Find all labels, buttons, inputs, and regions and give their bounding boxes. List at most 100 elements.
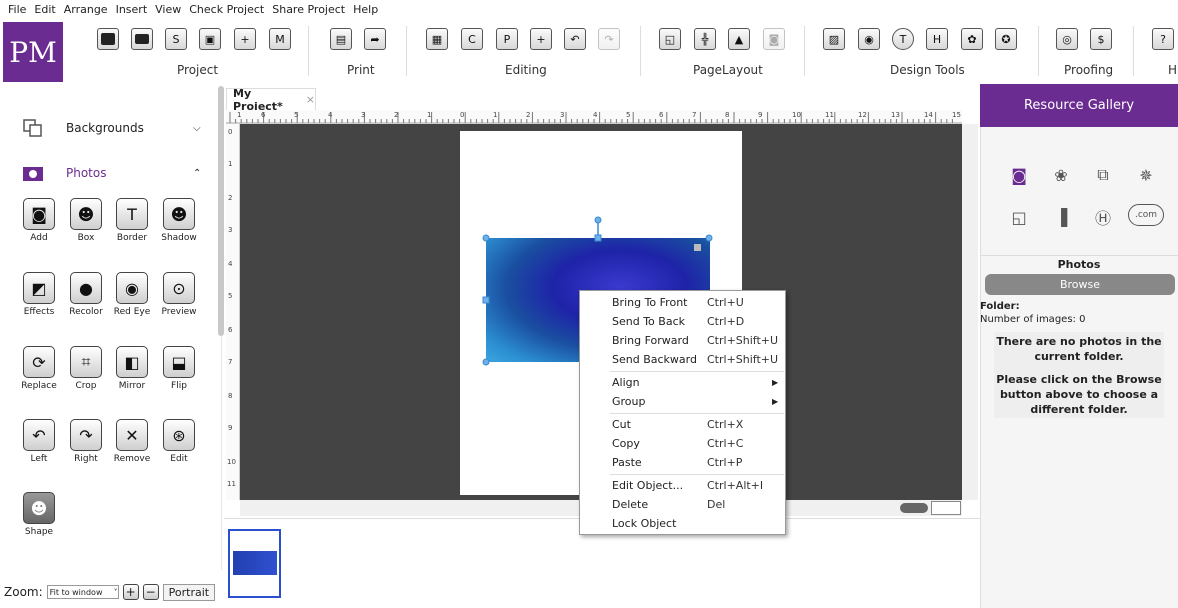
- resize-handle[interactable]: [705, 234, 713, 242]
- photos-header[interactable]: Photos ⌃: [0, 153, 216, 193]
- heading-icon[interactable]: Ⓗ: [1090, 204, 1116, 230]
- zoom-select[interactable]: Fit to window ˅: [46, 585, 119, 599]
- tool-preview[interactable]: ⊙ Preview: [156, 272, 202, 317]
- menu-item-cut[interactable]: Cut Ctrl+X: [580, 415, 785, 434]
- zoom-out-button[interactable]: −: [142, 584, 159, 600]
- photo-menu-handle[interactable]: [694, 244, 701, 251]
- insert-frame-button[interactable]: +: [530, 28, 552, 50]
- crop-icon: ⌗: [70, 346, 102, 378]
- tool-replace[interactable]: ⟳ Replace: [16, 346, 62, 391]
- tool-mirror[interactable]: ◧ Mirror: [109, 346, 155, 391]
- ruler-label: 5: [228, 292, 233, 300]
- menu-insert[interactable]: Insert: [112, 3, 152, 16]
- zoom-in-button[interactable]: +: [122, 584, 139, 600]
- design-text-button[interactable]: T: [892, 28, 914, 50]
- layout-grid-button[interactable]: ╬: [694, 28, 716, 50]
- menu-item-bring-forward[interactable]: Bring Forward Ctrl+Shift+U: [580, 331, 785, 350]
- redo-button[interactable]: ↷: [598, 28, 620, 50]
- page-thumbnail[interactable]: [228, 529, 281, 598]
- tool-effects[interactable]: ◩ Effects: [16, 272, 62, 317]
- camera-icon: [23, 167, 43, 181]
- close-tab-icon[interactable]: ×: [306, 93, 315, 106]
- tab-my-project[interactable]: My Project* ×: [226, 87, 316, 113]
- tool-border[interactable]: T Border: [109, 198, 155, 243]
- menu-view[interactable]: View: [151, 3, 185, 16]
- view-box[interactable]: [931, 501, 961, 515]
- menu-label: Delete: [612, 498, 649, 511]
- tool-recolor[interactable]: ● Recolor: [63, 272, 109, 317]
- print-button[interactable]: ▤: [330, 28, 352, 50]
- left-panel-scrollbar[interactable]: [218, 86, 224, 336]
- backgrounds-icon[interactable]: ⧉: [1090, 162, 1116, 188]
- menu-item-send-to-back[interactable]: Send To Back Ctrl+D: [580, 312, 785, 331]
- menu-item-send-backward[interactable]: Send Backward Ctrl+Shift+U: [580, 350, 785, 369]
- menu-item-edit-object[interactable]: Edit Object... Ctrl+Alt+I: [580, 476, 785, 495]
- resize-handle[interactable]: [482, 296, 490, 304]
- menu-help[interactable]: Help: [349, 3, 382, 16]
- share-button[interactable]: ➦: [364, 28, 386, 50]
- undo-button[interactable]: ↶: [564, 28, 586, 50]
- tool-preview-label: Preview: [161, 307, 197, 317]
- menu-item-bring-to-front[interactable]: Bring To Front Ctrl+U: [580, 293, 785, 312]
- tool-shape[interactable]: ☻ Shape: [16, 492, 62, 537]
- menu-item-paste[interactable]: Paste Ctrl+P: [580, 453, 785, 472]
- save-as-button[interactable]: ▣: [199, 28, 221, 50]
- insert-p-button[interactable]: P: [496, 28, 518, 50]
- design-camera-button[interactable]: ◉: [858, 28, 880, 50]
- cloud-com-icon[interactable]: .com: [1128, 204, 1164, 226]
- insert-picture-button[interactable]: ▦: [426, 28, 448, 50]
- canvas-vertical-scrollbar[interactable]: [962, 124, 978, 500]
- tool-box[interactable]: ☻ Box: [63, 198, 109, 243]
- add-page-button[interactable]: +: [234, 28, 256, 50]
- menu-edit[interactable]: Edit: [30, 3, 59, 16]
- master-page-button[interactable]: M: [269, 28, 291, 50]
- menu-arrange[interactable]: Arrange: [60, 3, 112, 16]
- insert-clipart-button[interactable]: C: [461, 28, 483, 50]
- new-project-button[interactable]: [97, 28, 119, 50]
- layout-align-button[interactable]: ▲: [728, 28, 750, 50]
- backgrounds-icon: [23, 119, 42, 137]
- toggle-switch[interactable]: [900, 503, 928, 513]
- resize-handle[interactable]: [482, 358, 490, 366]
- save-project-button[interactable]: S: [165, 28, 187, 50]
- help-button[interactable]: ?: [1152, 28, 1174, 50]
- proof-spell-button[interactable]: $: [1090, 28, 1112, 50]
- design-heading-button[interactable]: H: [926, 28, 948, 50]
- layout-disabled-button[interactable]: ◙: [763, 28, 785, 50]
- tool-rotate-left[interactable]: ↶ Left: [16, 419, 62, 464]
- layers-icon[interactable]: ◱: [1006, 204, 1032, 230]
- menu-file[interactable]: File: [4, 3, 30, 16]
- layout-icon[interactable]: ▐: [1048, 204, 1074, 230]
- design-flower-button[interactable]: ✿: [961, 28, 983, 50]
- camera-icon[interactable]: ◙: [1006, 162, 1032, 188]
- menu-item-copy[interactable]: Copy Ctrl+C: [580, 434, 785, 453]
- proof-view-button[interactable]: ◎: [1056, 28, 1078, 50]
- tool-edit[interactable]: ⊛ Edit: [156, 419, 202, 464]
- menu-item-delete[interactable]: Delete Del: [580, 495, 785, 514]
- orientation-button[interactable]: Portrait: [162, 583, 216, 601]
- design-image-button[interactable]: ▨: [823, 28, 845, 50]
- tool-rotate-right[interactable]: ↷ Right: [63, 419, 109, 464]
- rotate-handle[interactable]: [594, 216, 602, 224]
- menu-item-lock-object[interactable]: Lock Object: [580, 514, 785, 533]
- menu-share-project[interactable]: Share Project: [268, 3, 349, 16]
- layout-layers-button[interactable]: ◱: [659, 28, 681, 50]
- browse-button[interactable]: Browse: [985, 274, 1175, 295]
- tool-add[interactable]: ◙ Add: [16, 198, 62, 243]
- open-project-button[interactable]: [131, 28, 153, 50]
- design-badge-button[interactable]: ✪: [995, 28, 1017, 50]
- tool-redeye[interactable]: ◉ Red Eye: [109, 272, 155, 317]
- menu-item-align[interactable]: Align ▶: [580, 373, 785, 392]
- tool-shadow[interactable]: ☻ Shadow: [156, 198, 202, 243]
- tool-remove[interactable]: ✕ Remove: [109, 419, 155, 464]
- menu-check-project[interactable]: Check Project: [185, 3, 268, 16]
- lotus-icon[interactable]: ❀: [1048, 162, 1074, 188]
- resize-handle[interactable]: [594, 234, 602, 242]
- tool-flip[interactable]: ⬓ Flip: [156, 346, 202, 391]
- star-burst-icon[interactable]: ✵: [1133, 162, 1159, 188]
- tool-crop[interactable]: ⌗ Crop: [63, 346, 109, 391]
- resize-handle[interactable]: [482, 234, 490, 242]
- menu-item-group[interactable]: Group ▶: [580, 392, 785, 411]
- backgrounds-header[interactable]: Backgrounds ⌵: [0, 108, 216, 148]
- menu-shortcut: Ctrl+Shift+U: [707, 353, 779, 366]
